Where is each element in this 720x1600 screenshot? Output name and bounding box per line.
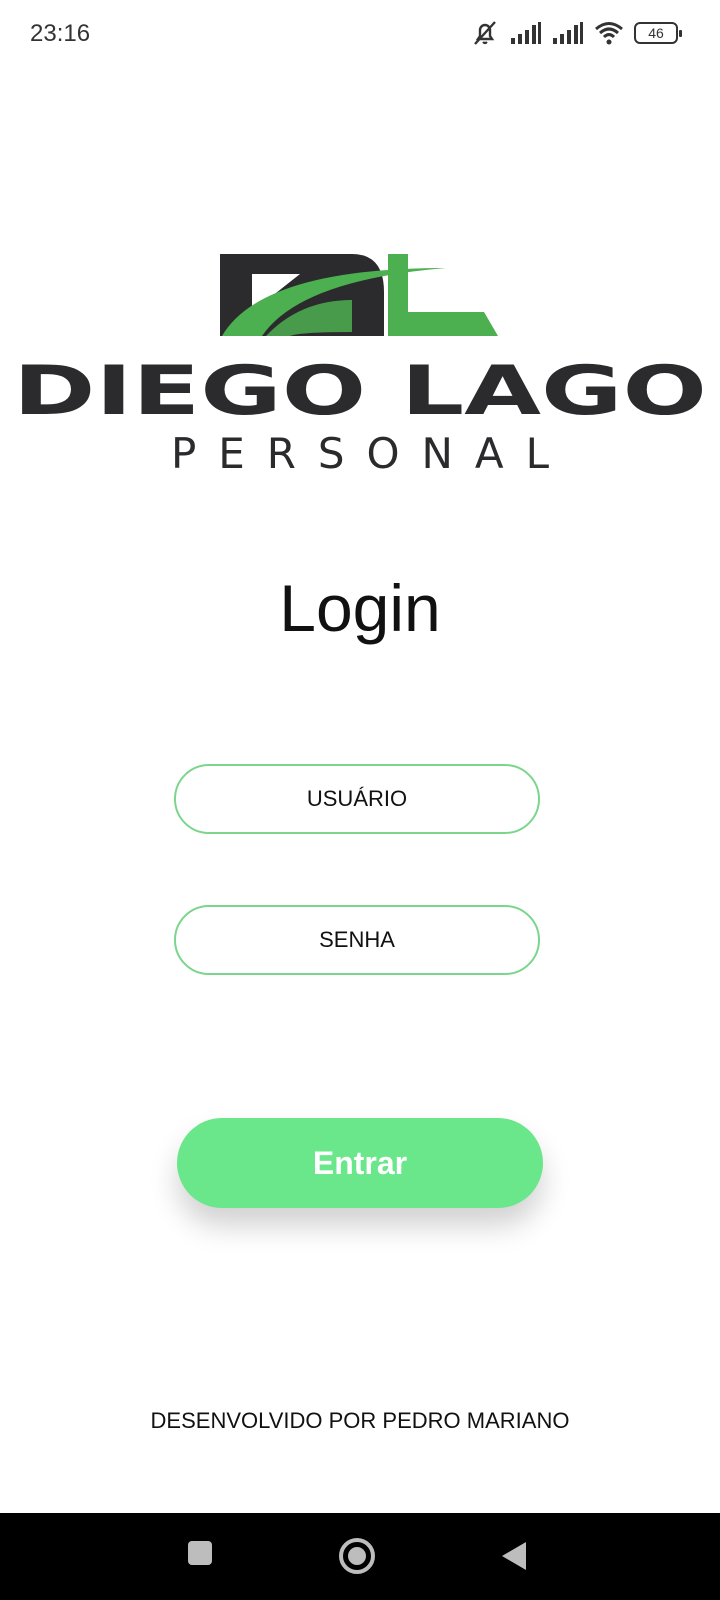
brand-logo-image: DIEGO LAGO PERSONAL bbox=[13, 254, 707, 478]
username-input[interactable] bbox=[176, 766, 538, 832]
page-title: Login bbox=[279, 571, 441, 645]
developer-credit: DESENVOLVIDO POR PEDRO MARIANO bbox=[150, 1408, 570, 1433]
svg-text:PERSONAL: PERSONAL bbox=[171, 429, 550, 478]
home-icon[interactable] bbox=[338, 1537, 376, 1580]
recent-apps-icon[interactable] bbox=[187, 1540, 213, 1571]
status-time: 23:16 bbox=[30, 20, 91, 47]
battery-level: 46 bbox=[648, 25, 664, 41]
wifi-icon bbox=[594, 21, 624, 45]
login-button[interactable]: Entrar bbox=[177, 1118, 543, 1208]
password-field[interactable] bbox=[174, 905, 540, 975]
login-screen: 23:16 46 DIEGO LAGO PERSONAL Login USUÁR… bbox=[0, 0, 720, 1600]
signal-icon bbox=[510, 21, 542, 45]
status-bar: 23:16 46 bbox=[0, 0, 720, 70]
username-field[interactable] bbox=[174, 764, 540, 834]
status-icons: 46 bbox=[470, 18, 682, 48]
system-nav-bar bbox=[0, 1513, 720, 1600]
battery-icon: 46 bbox=[634, 22, 682, 44]
svg-text:DIEGO LAGO: DIEGO LAGO bbox=[13, 352, 707, 431]
back-icon[interactable] bbox=[500, 1540, 528, 1577]
signal-icon bbox=[552, 21, 584, 45]
password-input[interactable] bbox=[176, 907, 538, 973]
brand-logo: DIEGO LAGO PERSONAL bbox=[0, 240, 720, 480]
mute-icon bbox=[470, 18, 500, 48]
